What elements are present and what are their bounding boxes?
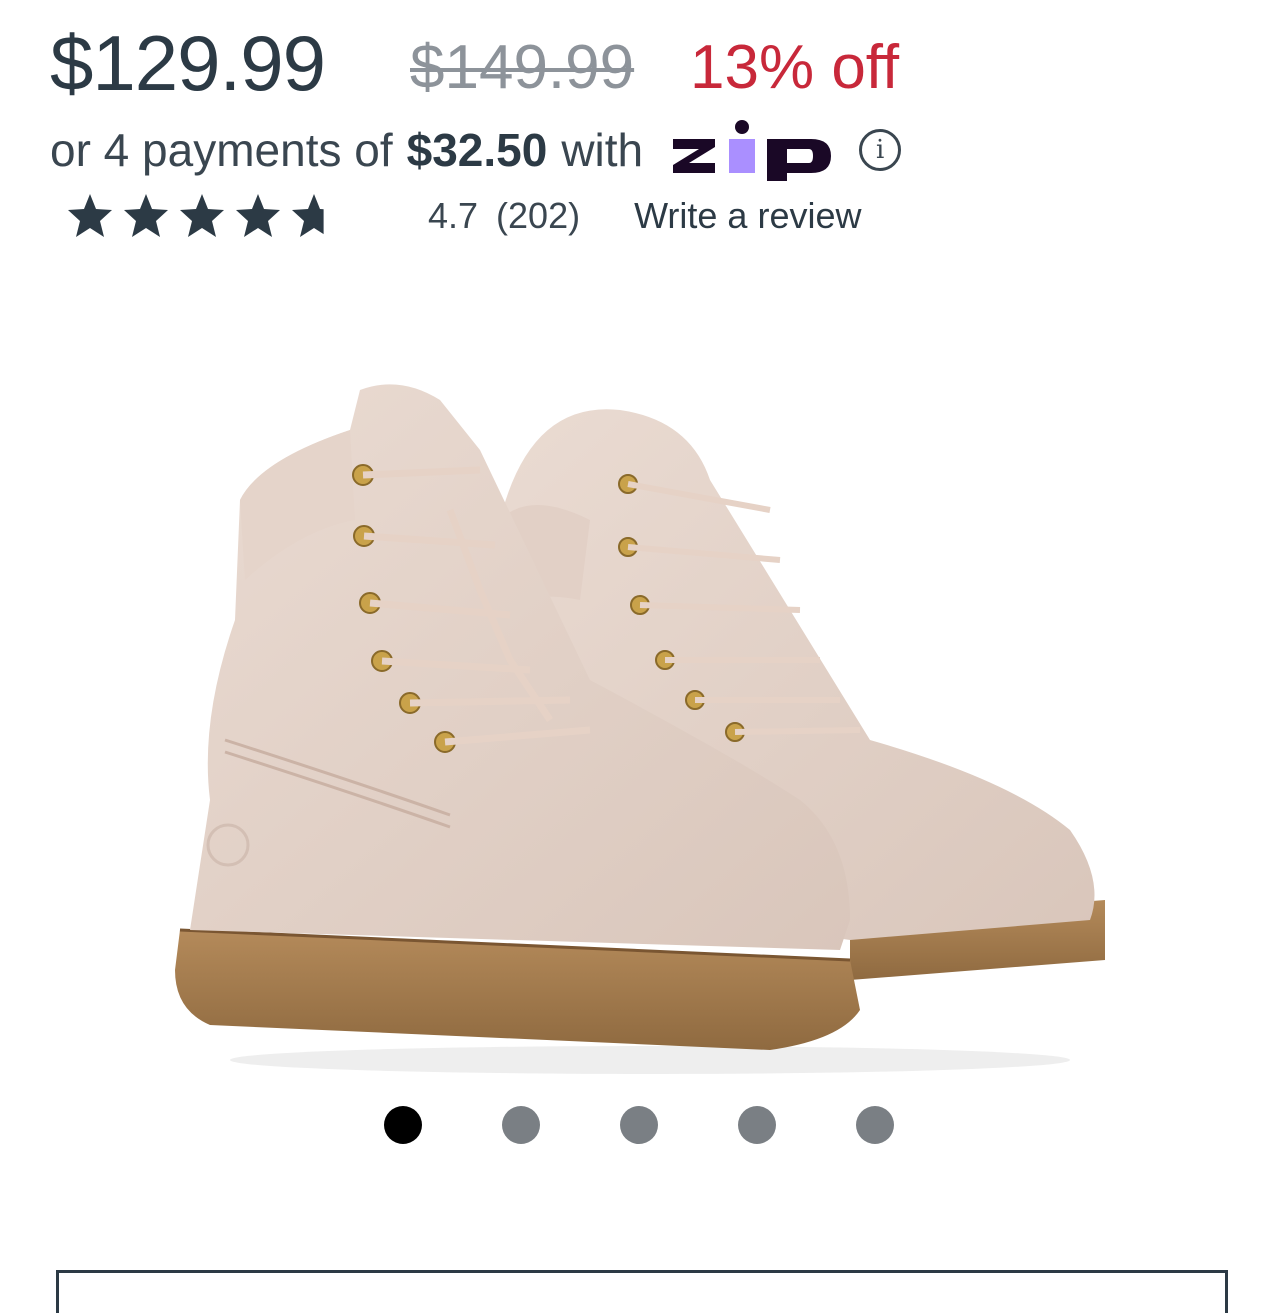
- star-icon: [236, 194, 280, 237]
- carousel-dot[interactable]: [384, 1106, 422, 1144]
- carousel-dot[interactable]: [620, 1106, 658, 1144]
- write-review-link[interactable]: Write a review: [634, 195, 861, 237]
- info-icon[interactable]: i: [859, 129, 902, 171]
- star-icon: [292, 194, 324, 237]
- current-price: $129.99: [50, 19, 326, 107]
- rating-row: 4.7 (202) Write a review: [66, 186, 861, 246]
- rating-value: 4.7: [428, 195, 479, 236]
- image-carousel-dots: [384, 1106, 894, 1144]
- zip-logo[interactable]: [671, 119, 833, 181]
- star-icon: [180, 194, 224, 237]
- original-price: $149.99: [410, 33, 635, 102]
- review-count: (202): [496, 195, 581, 236]
- bottom-panel: [56, 1270, 1228, 1313]
- installment-prefix: or 4 payments of: [50, 124, 393, 176]
- carousel-dot[interactable]: [502, 1106, 540, 1144]
- installment-row: or 4 payments of $32.50 with i: [50, 118, 902, 182]
- product-image: [175, 384, 1105, 1074]
- star-icon: [124, 194, 168, 237]
- carousel-dot[interactable]: [738, 1106, 776, 1144]
- discount-label: 13% off: [690, 33, 900, 102]
- star-rating: [66, 192, 368, 240]
- installment-suffix: with: [561, 124, 644, 176]
- star-icon: [68, 194, 112, 237]
- carousel-dot[interactable]: [856, 1106, 894, 1144]
- installment-amount: $32.50: [406, 124, 548, 176]
